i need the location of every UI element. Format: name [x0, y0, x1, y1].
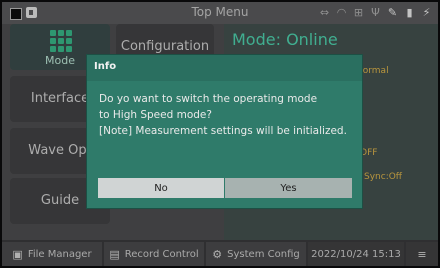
dialog-message: Do yo want to switch the operating mode …	[99, 91, 357, 139]
dialog-message-line: [Note] Measurement settings will be init…	[99, 125, 347, 137]
dialog-message-line: Do yo want to switch the operating mode	[99, 93, 318, 105]
no-button[interactable]: No	[98, 178, 224, 198]
dialog-title-bar: Info	[87, 55, 362, 81]
device-screen: Top Menu ⇔ ◠ ⊞ Ψ ✎ ▮ ⚡ Mode Configuratio…	[0, 0, 440, 268]
dialog-title: Info	[94, 61, 117, 72]
dialog-message-line: to High Speed mode?	[99, 109, 212, 121]
yes-button[interactable]: Yes	[225, 178, 352, 198]
confirm-dialog: Info Do yo want to switch the operating …	[87, 55, 362, 208]
